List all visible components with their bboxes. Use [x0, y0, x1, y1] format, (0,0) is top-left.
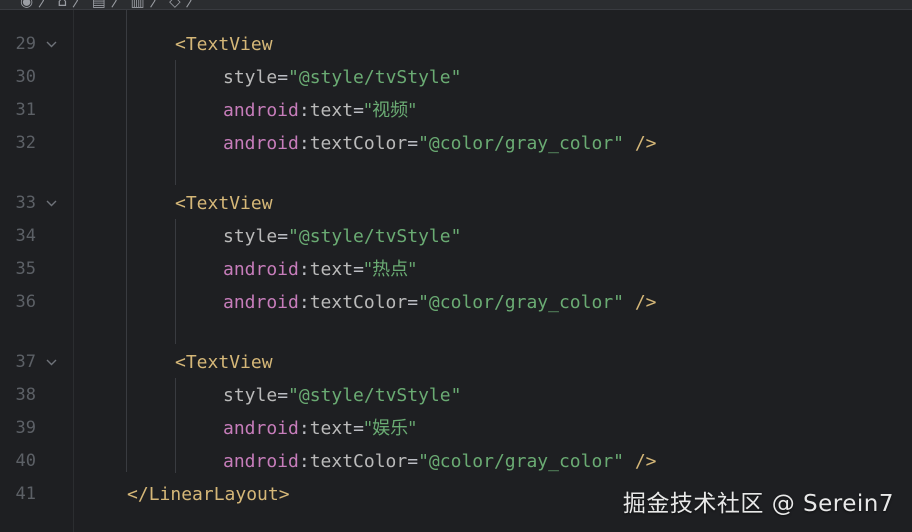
namespace-colon: : — [298, 451, 310, 472]
code-content: <TextView — [175, 28, 273, 61]
fold-chevron-icon[interactable] — [46, 187, 57, 207]
attribute-namespace: android — [223, 133, 299, 154]
line-number: 32 — [15, 133, 36, 153]
watermark: 掘金技术社区 @ Serein7 — [622, 491, 894, 517]
tag-bracket: < — [175, 193, 186, 214]
attribute-name: textColor — [309, 451, 408, 472]
code-content: </LinearLayout> — [127, 478, 290, 511]
code-line[interactable]: 39 android:text="娱乐" — [0, 412, 912, 445]
self-closing-bracket: /> — [624, 292, 657, 313]
code-line[interactable]: 34 style="@style/tvStyle" — [0, 220, 912, 253]
attribute-value: "视频" — [363, 100, 417, 121]
code-content: android:text="热点" — [223, 253, 416, 286]
code-line[interactable]: 31 android:text="视频" — [0, 94, 912, 127]
attribute-value: "@color/gray_color" — [418, 133, 624, 154]
code-content: style="@style/tvStyle" — [223, 220, 461, 253]
attribute-name: text — [309, 100, 354, 121]
line-number: 31 — [15, 100, 36, 120]
self-closing-bracket: /> — [624, 451, 657, 472]
attribute-namespace: android — [223, 292, 299, 313]
attribute-name: text — [309, 418, 354, 439]
equals-sign: = — [353, 100, 364, 121]
line-number: 41 — [15, 484, 36, 504]
namespace-colon: : — [298, 100, 310, 121]
breadcrumb-bar: ◉ 〉 ⌂ 〉 ▤ 〉 ▥ 〉 ◇ 〉 — [0, 0, 912, 10]
code-content: android:textColor="@color/gray_color" /> — [223, 127, 657, 160]
line-number: 37 — [15, 352, 36, 372]
equals-sign: = — [407, 133, 419, 154]
attribute-value: "@style/tvStyle" — [288, 226, 462, 247]
equals-sign: = — [277, 67, 289, 88]
line-number: 29 — [15, 34, 36, 54]
attribute-name: style — [223, 385, 278, 406]
code-line[interactable]: 36 android:textColor="@color/gray_color" … — [0, 286, 912, 319]
attribute-name: style — [223, 226, 278, 247]
namespace-colon: : — [298, 133, 310, 154]
attribute-name: text — [309, 259, 354, 280]
line-number: 34 — [15, 226, 36, 246]
fold-chevron-icon[interactable] — [46, 346, 57, 366]
line-number: 35 — [15, 259, 36, 279]
equals-sign: = — [353, 418, 364, 439]
code-line[interactable]: 32 android:textColor="@color/gray_color" … — [0, 127, 912, 160]
breadcrumb[interactable]: ◉ 〉 ⌂ 〉 ▤ 〉 ▥ 〉 ◇ 〉 — [20, 0, 200, 9]
code-content: android:text="视频" — [223, 94, 416, 127]
code-line[interactable]: 30 style="@style/tvStyle" — [0, 61, 912, 94]
line-number: 40 — [15, 451, 36, 471]
line-number: 38 — [15, 385, 36, 405]
line-number: 39 — [15, 418, 36, 438]
line-number: 36 — [15, 292, 36, 312]
code-content: style="@style/tvStyle" — [223, 61, 461, 94]
code-line[interactable]: 40 android:textColor="@color/gray_color" … — [0, 445, 912, 478]
attribute-value: "热点" — [363, 259, 417, 280]
equals-sign: = — [277, 226, 289, 247]
code-content: style="@style/tvStyle" — [223, 379, 461, 412]
tag-bracket: < — [175, 34, 186, 55]
code-content: <TextView — [175, 346, 273, 379]
attribute-value: "@style/tvStyle" — [288, 385, 462, 406]
attribute-namespace: android — [223, 100, 299, 121]
tag-bracket: < — [175, 352, 186, 373]
attribute-value: "@style/tvStyle" — [288, 67, 462, 88]
attribute-name: textColor — [309, 292, 408, 313]
attribute-value: "娱乐" — [363, 418, 417, 439]
code-line[interactable]: 37 <TextView — [0, 346, 912, 379]
code-content: android:text="娱乐" — [223, 412, 416, 445]
line-number: 33 — [15, 193, 36, 213]
namespace-colon: : — [298, 418, 310, 439]
self-closing-bracket: /> — [624, 133, 657, 154]
fold-chevron-icon[interactable] — [46, 28, 57, 48]
equals-sign: = — [353, 259, 364, 280]
attribute-name: textColor — [309, 133, 408, 154]
attribute-namespace: android — [223, 259, 299, 280]
tag-name: TextView — [185, 193, 273, 214]
equals-sign: = — [407, 451, 419, 472]
tag-name: LinearLayout — [148, 484, 279, 505]
attribute-value: "@color/gray_color" — [418, 292, 624, 313]
equals-sign: = — [277, 385, 289, 406]
tag-bracket: > — [278, 484, 290, 505]
attribute-namespace: android — [223, 418, 299, 439]
code-line[interactable]: 38 style="@style/tvStyle" — [0, 379, 912, 412]
tag-name: TextView — [185, 34, 273, 55]
code-line[interactable]: 29 <TextView — [0, 28, 912, 61]
equals-sign: = — [407, 292, 419, 313]
namespace-colon: : — [298, 292, 310, 313]
code-content: <TextView — [175, 187, 273, 220]
line-number: 30 — [15, 67, 36, 87]
namespace-colon: : — [298, 259, 310, 280]
attribute-value: "@color/gray_color" — [418, 451, 624, 472]
code-content: android:textColor="@color/gray_color" /> — [223, 286, 657, 319]
code-editor[interactable]: 29 <TextView 30 style="@style/tvStyle" 31 and… — [0, 10, 912, 532]
tag-name: TextView — [185, 352, 273, 373]
code-line[interactable]: 33 <TextView — [0, 187, 912, 220]
code-line[interactable]: 35 android:text="热点" — [0, 253, 912, 286]
tag-bracket: </ — [127, 484, 149, 505]
code-content: android:textColor="@color/gray_color" /> — [223, 445, 657, 478]
attribute-namespace: android — [223, 451, 299, 472]
attribute-name: style — [223, 67, 278, 88]
